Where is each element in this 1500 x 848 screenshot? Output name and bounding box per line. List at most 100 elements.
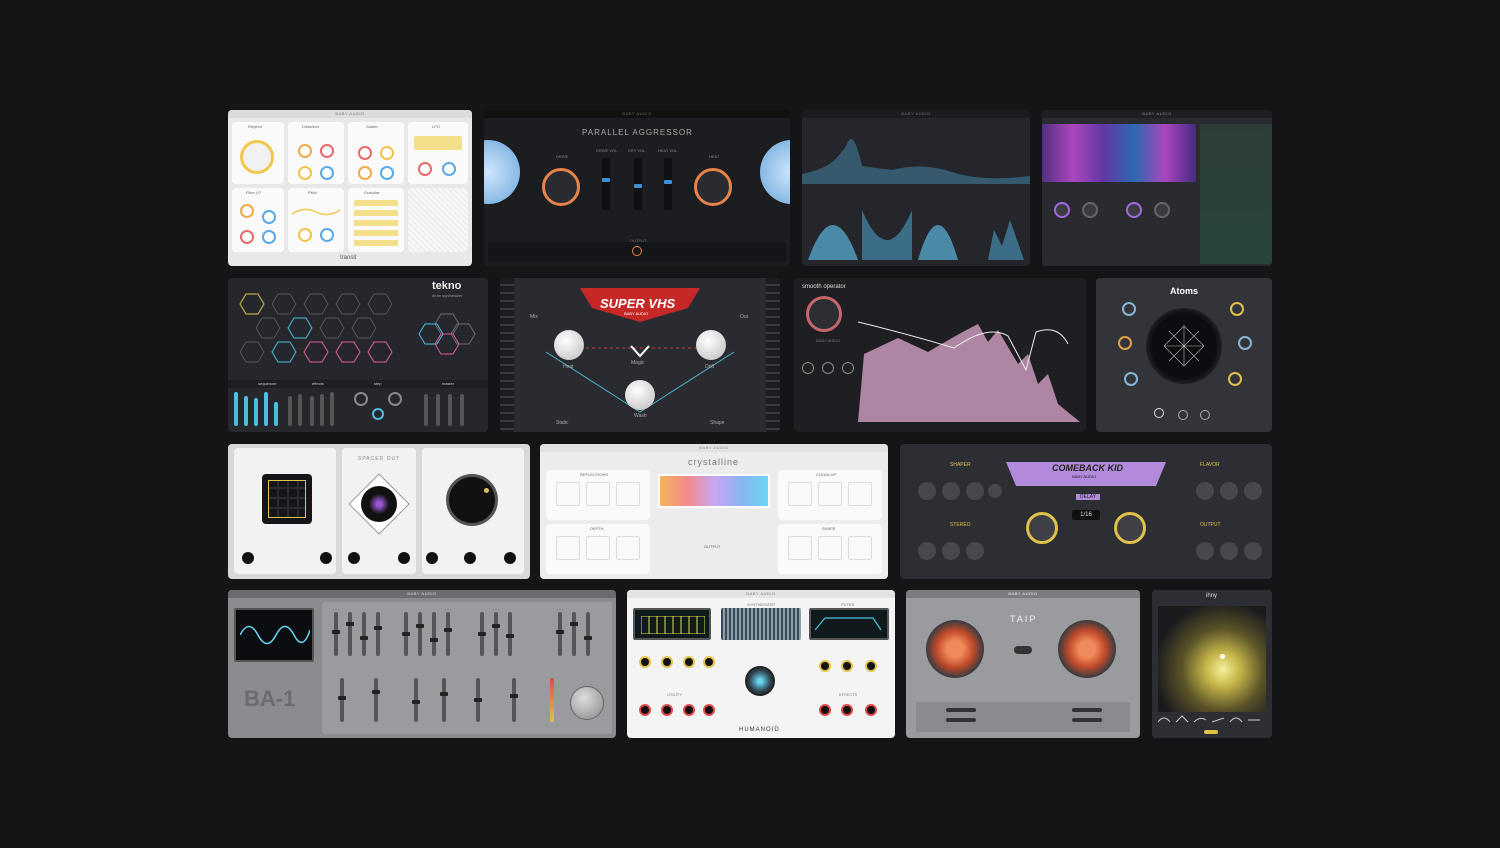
knob[interactable] xyxy=(320,228,334,242)
knob[interactable] xyxy=(1228,372,1242,386)
knob[interactable] xyxy=(966,482,984,500)
knob[interactable] xyxy=(865,660,877,672)
knob[interactable] xyxy=(819,660,831,672)
knob[interactable] xyxy=(865,704,877,716)
knob[interactable] xyxy=(1154,408,1164,418)
xy-cursor[interactable] xyxy=(1220,654,1225,659)
sequencer-grid[interactable] xyxy=(262,474,312,524)
footer-step[interactable]: step xyxy=(374,381,382,386)
heat-vol-fader[interactable] xyxy=(664,158,672,210)
knob[interactable] xyxy=(1178,410,1188,420)
spectro-plugin[interactable]: BABY AUDIO xyxy=(1042,110,1272,266)
fader[interactable] xyxy=(346,612,354,656)
master-fader[interactable] xyxy=(448,394,452,426)
master-fader[interactable] xyxy=(460,394,464,426)
radar-dot[interactable] xyxy=(484,488,489,493)
ihny-plugin[interactable]: ihny xyxy=(1152,590,1272,738)
fader[interactable] xyxy=(244,396,248,426)
knob[interactable] xyxy=(841,660,853,672)
knob[interactable] xyxy=(320,144,334,158)
tile-button[interactable] xyxy=(848,536,872,560)
tile-button[interactable] xyxy=(788,482,812,506)
fader[interactable] xyxy=(288,396,292,426)
smooth-operator-plugin[interactable]: smooth operator BABY AUDIO xyxy=(794,278,1086,432)
ihny-footer-button[interactable] xyxy=(1204,730,1218,734)
step-knob[interactable] xyxy=(354,392,368,406)
knob[interactable] xyxy=(802,362,814,374)
fader-cap[interactable] xyxy=(444,628,452,632)
knob[interactable] xyxy=(320,166,334,180)
comeback-kid-plugin[interactable]: COMEBACK KID BABY AUDIO SHAPER FLAVOR ST… xyxy=(900,444,1272,579)
step-knob[interactable] xyxy=(372,408,384,420)
fader-cap[interactable] xyxy=(506,634,514,638)
fader-cap[interactable] xyxy=(634,184,642,188)
footer-master[interactable]: master xyxy=(442,381,454,386)
tile-button[interactable] xyxy=(848,482,872,506)
humanoid-plugin[interactable]: BABY AUDIO SYNTHESIZER FILTER UTILITY EF… xyxy=(627,590,895,738)
knob[interactable] xyxy=(988,484,1002,498)
tile-button[interactable] xyxy=(818,482,842,506)
fader[interactable] xyxy=(570,612,578,656)
knob[interactable] xyxy=(298,166,312,180)
knob[interactable] xyxy=(1220,482,1238,500)
taip-plugin[interactable]: BABY AUDIO TAIP xyxy=(906,590,1140,738)
fader[interactable] xyxy=(510,678,518,722)
footer-sequencer[interactable]: sequencer xyxy=(258,381,277,386)
fader[interactable] xyxy=(478,612,486,656)
knob[interactable] xyxy=(1122,302,1136,316)
fader[interactable] xyxy=(444,612,452,656)
knob[interactable] xyxy=(1244,542,1262,560)
knob[interactable] xyxy=(380,146,394,160)
fader-cap[interactable] xyxy=(474,698,482,702)
knob[interactable] xyxy=(683,656,695,668)
tile-button[interactable] xyxy=(586,536,610,560)
tile-button[interactable] xyxy=(616,536,640,560)
fader[interactable] xyxy=(440,678,448,722)
fader-cap[interactable] xyxy=(416,624,424,628)
time-knob[interactable] xyxy=(1026,512,1058,544)
fader-cap[interactable] xyxy=(430,638,438,642)
knob[interactable] xyxy=(262,230,276,244)
knob[interactable] xyxy=(703,704,715,716)
rhythm-dial[interactable] xyxy=(240,140,274,174)
tile-button[interactable] xyxy=(556,536,580,560)
knob[interactable] xyxy=(942,542,960,560)
master-fader[interactable] xyxy=(424,394,428,426)
section-depth[interactable]: DEPTH xyxy=(546,524,650,574)
fader[interactable] xyxy=(556,612,564,656)
fader[interactable] xyxy=(430,612,438,656)
knob[interactable] xyxy=(842,362,854,374)
fader-cap[interactable] xyxy=(492,624,500,628)
knob[interactable] xyxy=(240,204,254,218)
knob[interactable] xyxy=(1200,410,1210,420)
fader[interactable] xyxy=(234,392,238,426)
knob[interactable] xyxy=(1238,336,1252,350)
master-fader[interactable] xyxy=(436,394,440,426)
fader[interactable] xyxy=(416,612,424,656)
knob[interactable] xyxy=(262,210,276,224)
knob[interactable] xyxy=(822,362,834,374)
transit-plugin[interactable]: BABY AUDIO Rhythm Distortion Stutter LFO… xyxy=(228,110,472,266)
knob[interactable] xyxy=(1126,202,1142,218)
ihny-xy-pad[interactable] xyxy=(1158,606,1266,712)
section-reflections[interactable]: REFLECTIONS xyxy=(546,470,650,520)
fader[interactable] xyxy=(332,612,340,656)
knob[interactable] xyxy=(442,162,456,176)
panel-tape[interactable] xyxy=(408,188,468,252)
knob[interactable] xyxy=(1054,202,1070,218)
panel-stutter[interactable]: Stutter xyxy=(348,122,404,184)
drive-vol-fader[interactable] xyxy=(602,158,610,210)
section-cleanup[interactable]: CLEAN-UP xyxy=(778,470,882,520)
fader[interactable] xyxy=(402,612,410,656)
knob[interactable] xyxy=(358,146,372,160)
drift-knob[interactable] xyxy=(696,330,726,360)
tekno-plugin[interactable]: tekno drum synthesizer sequencer effects… xyxy=(228,278,488,432)
tile-button[interactable] xyxy=(586,482,610,506)
knob[interactable] xyxy=(639,704,651,716)
knob[interactable] xyxy=(464,552,476,564)
knob[interactable] xyxy=(966,542,984,560)
footer-effects[interactable]: effects xyxy=(312,381,324,386)
section-shape[interactable]: SHAPE xyxy=(778,524,882,574)
knob[interactable] xyxy=(1244,482,1262,500)
heat-knob[interactable] xyxy=(694,168,732,206)
